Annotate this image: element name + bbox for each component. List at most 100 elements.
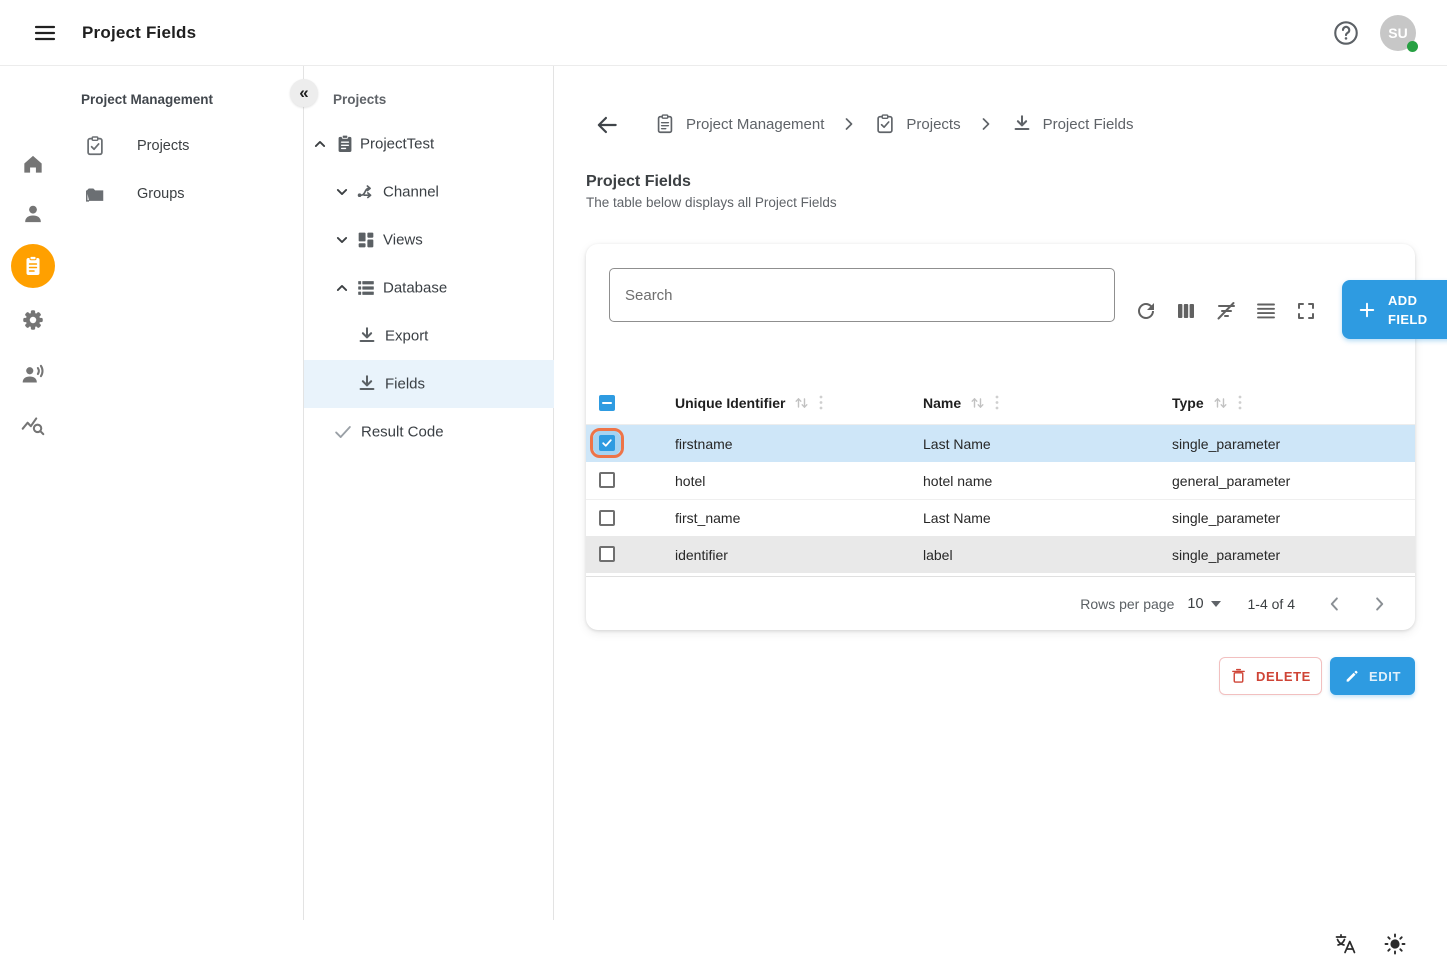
tree-item-views[interactable]: Views	[304, 216, 554, 264]
channel-split-icon	[355, 181, 377, 203]
row-checkbox-checked[interactable]	[599, 435, 615, 451]
sidebar-project-management: Project Management Projects Groups	[66, 66, 304, 920]
edit-button[interactable]: EDIT	[1330, 657, 1415, 695]
tree-panel: Projects ProjectTest Channel	[304, 66, 554, 920]
download-icon	[356, 373, 378, 395]
breadcrumb-item-project-management[interactable]: Project Management	[654, 113, 824, 135]
tree-item-channel[interactable]: Channel	[304, 168, 554, 216]
sidebar-item-label: Projects	[137, 138, 189, 154]
tree-item-label: Export	[385, 328, 428, 345]
trash-icon	[1230, 667, 1247, 685]
tree-item-label: Fields	[385, 376, 425, 393]
pencil-icon	[1344, 668, 1360, 684]
rows-per-page-select[interactable]: 10	[1187, 596, 1220, 612]
refresh-icon[interactable]	[1134, 299, 1158, 323]
sort-icon[interactable]	[970, 396, 985, 410]
cell-type: single_parameter	[1172, 510, 1280, 526]
sort-icon[interactable]	[1213, 396, 1228, 410]
edit-label: EDIT	[1369, 669, 1401, 684]
filter-off-icon[interactable]	[1214, 299, 1238, 323]
light-mode-sun-icon[interactable]	[1383, 932, 1407, 956]
previous-page-icon[interactable]	[1324, 593, 1346, 615]
table-row[interactable]: identifier label single_parameter	[586, 536, 1415, 573]
download-icon	[356, 325, 378, 347]
chevron-up-icon[interactable]	[332, 278, 352, 298]
row-checkbox[interactable]	[599, 546, 615, 562]
clipboard-icon	[334, 133, 356, 155]
clipboard-check-icon	[84, 135, 106, 157]
back-arrow-icon[interactable]	[594, 112, 620, 138]
avatar-initials: SU	[1388, 25, 1407, 41]
views-grid-icon	[355, 229, 377, 251]
rows-per-page-value: 10	[1187, 596, 1203, 612]
tree-item-label: Result Code	[361, 424, 444, 441]
tree-item-label: Views	[383, 232, 423, 249]
table-row[interactable]: hotel hotel name general_parameter	[586, 462, 1415, 499]
column-menu-icon[interactable]	[995, 395, 999, 410]
sidebar-title: Project Management	[66, 66, 303, 107]
row-density-icon[interactable]	[1254, 299, 1278, 323]
next-page-icon[interactable]	[1368, 593, 1390, 615]
cell-name: label	[923, 547, 953, 563]
tree-item-projecttest[interactable]: ProjectTest	[304, 120, 554, 168]
translate-icon[interactable]	[1333, 932, 1357, 956]
tree-item-fields-selected[interactable]: Fields	[304, 360, 554, 408]
rows-per-page-label: Rows per page	[1080, 596, 1174, 612]
settings-gear-icon[interactable]	[20, 307, 46, 333]
chevron-down-icon[interactable]	[332, 182, 352, 202]
caret-down-icon	[1211, 601, 1221, 607]
chevron-down-icon[interactable]	[332, 230, 352, 250]
breadcrumb-label: Project Fields	[1043, 116, 1134, 133]
sort-icon[interactable]	[794, 396, 809, 410]
row-checkbox[interactable]	[599, 472, 615, 488]
column-menu-icon[interactable]	[1238, 395, 1242, 410]
columns-icon[interactable]	[1174, 299, 1198, 323]
delete-button[interactable]: DELETE	[1219, 657, 1322, 695]
database-icon	[355, 277, 377, 299]
download-icon	[1011, 113, 1033, 135]
projects-active-item[interactable]	[11, 244, 55, 288]
clipboard-icon	[654, 113, 676, 135]
check-icon	[332, 421, 354, 443]
search-input[interactable]	[609, 268, 1115, 322]
tree-item-database[interactable]: Database	[304, 264, 554, 312]
voice-over-icon[interactable]	[20, 361, 46, 387]
column-menu-icon[interactable]	[819, 395, 823, 410]
query-stats-icon[interactable]	[20, 413, 46, 439]
help-icon[interactable]	[1332, 19, 1360, 47]
avatar[interactable]: SU	[1380, 15, 1416, 51]
breadcrumb-label: Projects	[906, 116, 960, 133]
cell-name: hotel name	[923, 473, 992, 489]
breadcrumb-item-projects[interactable]: Projects	[874, 113, 960, 135]
column-header-label: Name	[923, 395, 961, 411]
table-card: Unique Identifier Name Type	[586, 244, 1415, 630]
fullscreen-icon[interactable]	[1294, 299, 1318, 323]
sidebar-item-projects[interactable]: Projects	[66, 122, 303, 170]
user-icon[interactable]	[20, 201, 46, 227]
chevron-up-icon[interactable]	[310, 134, 330, 154]
clipboard-icon	[21, 254, 45, 278]
cell-type: single_parameter	[1172, 547, 1280, 563]
sidebar-item-groups[interactable]: Groups	[66, 170, 303, 218]
collapse-panel-button[interactable]: «	[290, 79, 318, 107]
add-field-button[interactable]: ADD FIELD	[1342, 280, 1447, 339]
select-all-checkbox[interactable]	[599, 395, 615, 411]
cell-type: single_parameter	[1172, 436, 1280, 452]
column-header-unique-identifier: Unique Identifier	[675, 395, 823, 411]
page-title: Project Fields	[586, 173, 691, 191]
home-icon[interactable]	[20, 151, 46, 177]
folder-icon	[84, 183, 106, 205]
hamburger-menu-icon[interactable]	[31, 19, 59, 47]
cell-unique-identifier: identifier	[675, 547, 728, 563]
tree-panel-title: Projects	[304, 66, 553, 107]
sidebar-item-label: Groups	[137, 186, 185, 202]
table-row[interactable]: first_name Last Name single_parameter	[586, 499, 1415, 536]
row-checkbox[interactable]	[599, 510, 615, 526]
project-tree: ProjectTest Channel Views	[304, 120, 554, 456]
tree-item-result-code[interactable]: Result Code	[304, 408, 554, 456]
tree-item-export[interactable]: Export	[304, 312, 554, 360]
cell-name: Last Name	[923, 436, 991, 452]
breadcrumb-item-project-fields[interactable]: Project Fields	[1011, 113, 1134, 135]
table-row[interactable]: firstname Last Name single_parameter	[586, 425, 1415, 462]
chevron-right-icon	[839, 114, 859, 134]
